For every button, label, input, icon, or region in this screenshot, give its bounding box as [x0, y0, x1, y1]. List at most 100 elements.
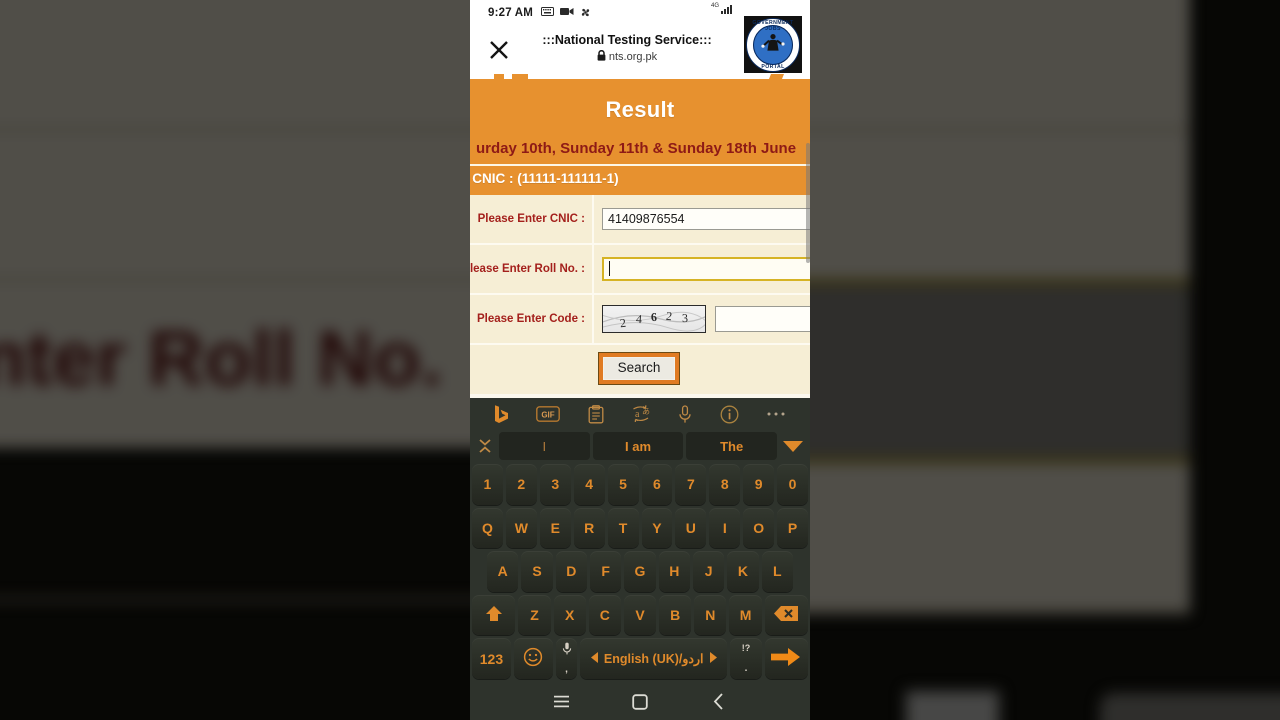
key-m[interactable]: M [729, 594, 762, 636]
roll-no-input-cell [594, 245, 810, 293]
home-square-icon[interactable] [620, 687, 660, 717]
key-p[interactable]: P [777, 507, 809, 549]
collapse-chevrons-icon[interactable] [474, 437, 496, 455]
key-j[interactable]: J [692, 551, 725, 592]
key-0[interactable]: 0 [777, 464, 809, 505]
key-v[interactable]: V [623, 594, 657, 636]
key-l[interactable]: L [761, 551, 793, 592]
comma-label: , [565, 663, 568, 675]
key-6[interactable]: 6 [641, 464, 673, 505]
microphone-icon[interactable] [678, 404, 692, 424]
keyboard-toolbar: GIF aあ [470, 398, 810, 430]
blurred-backdrop-right: (i) ••• The ▼ [810, 0, 1280, 720]
key-q[interactable]: Q [471, 507, 503, 549]
key-8[interactable]: 8 [709, 464, 741, 505]
code-input[interactable] [715, 306, 810, 332]
key-c[interactable]: C [588, 594, 621, 636]
key-a[interactable]: A [487, 551, 519, 592]
browser-chrome-bar: :::National Testing Service::: nts.org.p… [470, 15, 810, 74]
captcha-char-1: 2 [619, 315, 627, 330]
keyboard-keys: 1 2 3 4 5 6 7 8 9 0 Q W E R T Y U I O P … [470, 462, 810, 683]
key-f[interactable]: F [590, 551, 622, 592]
page-scrollbar[interactable] [806, 73, 810, 398]
search-button[interactable]: Search [602, 357, 676, 380]
info-icon[interactable] [720, 405, 739, 424]
webpage-viewport[interactable]: Result urday 10th, Sunday 11th & Sunday … [470, 73, 810, 398]
keyboard-icon [541, 7, 555, 19]
caret-right-icon[interactable] [709, 651, 717, 666]
emoji-key[interactable] [513, 638, 553, 679]
bing-icon[interactable] [494, 404, 509, 424]
key-u[interactable]: U [675, 507, 707, 549]
key-5[interactable]: 5 [607, 464, 639, 505]
captcha-image[interactable]: 2 4 6 2 3 [602, 305, 706, 333]
backspace-key[interactable] [764, 594, 809, 636]
form-row-code: Please Enter Code : 2 4 6 2 3 [470, 295, 810, 345]
key-n[interactable]: N [694, 594, 727, 636]
key-9[interactable]: 9 [743, 464, 775, 505]
cnic-input[interactable]: 41409876554 [602, 208, 810, 230]
key-b[interactable]: B [659, 594, 692, 636]
site-info[interactable]: :::National Testing Service::: nts.org.p… [510, 33, 744, 66]
key-g[interactable]: G [624, 551, 656, 592]
key-i[interactable]: I [709, 507, 741, 549]
translate-icon[interactable]: aあ [631, 405, 651, 423]
key-o[interactable]: O [743, 507, 775, 549]
key-t[interactable]: T [607, 507, 639, 549]
space-key[interactable]: English (UK)/اردو [580, 638, 728, 679]
key-7[interactable]: 7 [675, 464, 707, 505]
key-k[interactable]: K [727, 551, 759, 592]
clipboard-icon[interactable] [588, 404, 604, 424]
chevron-down-icon[interactable] [780, 440, 806, 453]
fan-icon [580, 7, 591, 20]
shift-key[interactable] [471, 594, 516, 636]
symbols-key[interactable]: !? . [730, 638, 762, 679]
gif-icon[interactable]: GIF [536, 406, 561, 422]
logo-figure-icon [760, 32, 786, 59]
blurred-backdrop-left: lease Enter Roll No. Please Enter Code ᗷ… [0, 0, 470, 720]
more-icon[interactable] [766, 411, 786, 417]
scrollbar-thumb[interactable] [806, 143, 810, 263]
key-h[interactable]: H [658, 551, 690, 592]
cnic-label-cell: Please Enter CNIC : [470, 195, 594, 243]
back-chevron-icon[interactable] [699, 687, 739, 717]
search-button-frame: Search [598, 353, 680, 384]
site-url: nts.org.pk [608, 51, 658, 64]
text-caret [609, 261, 610, 276]
key-w[interactable]: W [505, 507, 537, 549]
logo-top-text: GOVERNMENT JOBS [752, 20, 794, 32]
roll-no-input[interactable] [602, 257, 810, 281]
space-language-label: English (UK)/اردو [603, 652, 704, 667]
key-3[interactable]: 3 [539, 464, 571, 505]
roll-no-label-cell: lease Enter Roll No. : [470, 245, 594, 293]
recents-menu-icon[interactable] [541, 687, 581, 717]
android-navigation-bar [470, 683, 810, 720]
key-z[interactable]: Z [518, 594, 551, 636]
key-e[interactable]: E [539, 507, 571, 549]
captcha-char-3: 6 [650, 309, 658, 324]
key-2[interactable]: 2 [505, 464, 537, 505]
enter-key[interactable] [764, 638, 808, 679]
mic-key[interactable]: , [555, 638, 578, 679]
site-url-row: nts.org.pk [597, 48, 657, 66]
numeric-mode-key[interactable]: 123 [472, 638, 511, 679]
key-s[interactable]: S [521, 551, 553, 592]
key-x[interactable]: X [553, 594, 586, 636]
key-1[interactable]: 1 [471, 464, 503, 505]
key-r[interactable]: R [573, 507, 605, 549]
captcha-char-5: 3 [681, 310, 688, 325]
search-button-area: Search [470, 345, 810, 394]
keyboard-row-top: Q W E R T Y U I O P [471, 507, 809, 549]
network-type-label: 4G [710, 3, 719, 9]
suggestion-1[interactable]: I [499, 432, 590, 460]
screen: lease Enter Roll No. Please Enter Code ᗷ… [0, 0, 1280, 720]
government-jobs-portal-logo: GOVERNMENT JOBS PORTAL [744, 15, 802, 74]
page-title: Result [605, 97, 675, 122]
key-y[interactable]: Y [641, 507, 673, 549]
key-d[interactable]: D [555, 551, 587, 592]
form-row-roll-no: lease Enter Roll No. : [470, 245, 810, 295]
suggestion-3[interactable]: The [686, 432, 778, 460]
caret-left-icon[interactable] [590, 651, 599, 666]
suggestion-2[interactable]: I am [592, 432, 684, 460]
key-4[interactable]: 4 [573, 464, 605, 505]
